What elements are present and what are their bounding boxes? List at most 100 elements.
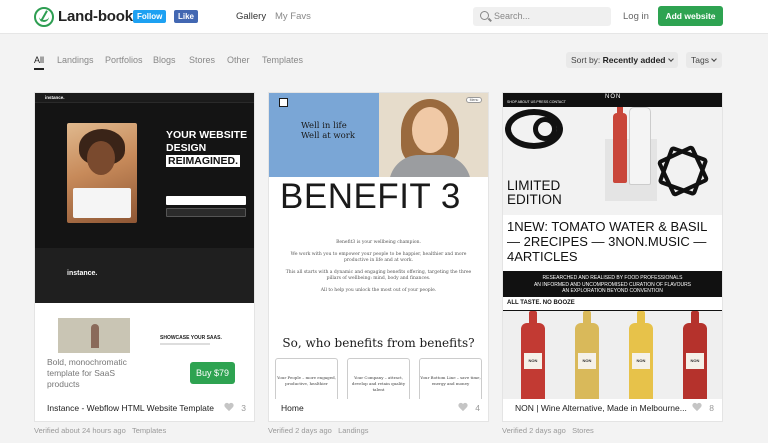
thumb-black-bar: RESEARCHED AND REALISED BY FOOD PROFESSI… xyxy=(503,271,722,297)
heart-icon[interactable] xyxy=(458,403,468,412)
website-thumbnail[interactable]: Well in life Well at work Menu BENEFIT 3… xyxy=(269,93,488,399)
search-input[interactable]: Search... xyxy=(473,7,611,26)
thumb-question: So, who benefits from benefits? xyxy=(282,336,475,350)
thumb-cta xyxy=(166,208,246,217)
search-icon xyxy=(480,11,489,20)
body-p3: This all starts with a dynamic and engag… xyxy=(285,269,472,282)
bottle-label: NON xyxy=(578,353,596,369)
product-bottle: NON xyxy=(683,311,707,399)
thumb-secondary-image xyxy=(58,318,130,353)
thumb-email-field xyxy=(166,196,246,205)
headline-line-3: REIMAGINED. xyxy=(166,155,241,167)
thumb-showcase-line xyxy=(160,343,210,345)
card-meta: Verified 2 days ago Stores xyxy=(502,426,594,435)
top-header: Land-book Follow Like Gallery My Favs Se… xyxy=(0,0,768,34)
thumb-caption: ALL TASTE. NO BOOZE xyxy=(507,300,575,306)
thumb-benefit-box: Your Company – attract, develop and reta… xyxy=(347,358,410,399)
nav-gallery[interactable]: Gallery xyxy=(236,11,266,22)
hero-bottle xyxy=(629,107,651,185)
card-title[interactable]: Home xyxy=(281,403,304,413)
add-website-button[interactable]: Add website xyxy=(658,6,723,26)
chevron-down-icon xyxy=(711,56,717,62)
tagline-line-2: Well at work xyxy=(301,131,356,141)
filter-other[interactable]: Other xyxy=(227,55,250,65)
limited-line-1: LIMITED xyxy=(507,178,561,193)
category-link[interactable]: Stores xyxy=(572,426,594,435)
thumb-showcase-heading: SHOWCASE YOUR SAAS. xyxy=(160,335,222,341)
website-card[interactable]: Well in life Well at work Menu BENEFIT 3… xyxy=(268,92,489,422)
like-count: 3 xyxy=(241,403,246,413)
thumb-nav: instance. xyxy=(35,93,254,103)
thumb-benefit-box: Your Bottom Line – save time, energy and… xyxy=(419,358,482,399)
product-bottle: NON xyxy=(521,311,545,399)
facebook-like-button[interactable]: Like xyxy=(174,10,199,23)
thumb-hero: LIMITED EDITION xyxy=(503,107,722,215)
like-count: 8 xyxy=(709,403,714,413)
buy-button[interactable]: Buy $79 xyxy=(190,362,235,384)
land-book-logo-icon[interactable] xyxy=(34,7,54,27)
thumb-big-title: BENEFIT 3 xyxy=(280,177,461,216)
thumb-limited-edition: LIMITED EDITION xyxy=(507,179,562,207)
hero-bottle xyxy=(613,107,627,183)
product-bottle: NON xyxy=(575,311,599,399)
card-meta: Verified about 24 hours ago Templates xyxy=(34,426,166,435)
card-meta: Verified 2 days ago Landings xyxy=(268,426,369,435)
secondary-figure xyxy=(91,324,99,348)
verified-text: Verified 2 days ago xyxy=(268,426,332,435)
nav-my-favs[interactable]: My Favs xyxy=(275,11,311,22)
filter-all[interactable]: All xyxy=(34,55,44,65)
category-link[interactable]: Landings xyxy=(338,426,368,435)
website-thumbnail[interactable]: instance. YOUR WEBSITE DESIGN REIMAGINED… xyxy=(35,93,254,399)
verified-text: Verified 2 days ago xyxy=(502,426,566,435)
thumb-product-row: NON NON NON NON xyxy=(503,311,722,399)
active-filter-underline xyxy=(34,68,44,70)
thumb-benefit-box: Your People – more engaged, productive, … xyxy=(275,358,338,399)
thumb-body-text: Benefit3 is your wellbeing champion. We … xyxy=(283,240,474,294)
filter-blogs[interactable]: Blogs xyxy=(153,55,176,65)
category-link[interactable]: Templates xyxy=(132,426,166,435)
bottle-label: NON xyxy=(686,353,704,369)
heart-icon[interactable] xyxy=(692,403,702,412)
verified-text: Verified about 24 hours ago xyxy=(34,426,126,435)
website-thumbnail[interactable]: SHOP ABOUT US PRESS CONTACT NON LIMITED … xyxy=(503,93,722,399)
heart-icon[interactable] xyxy=(224,403,234,412)
like-count: 4 xyxy=(475,403,480,413)
sort-prefix: Sort by: xyxy=(571,55,601,65)
card-title[interactable]: NON | Wine Alternative, Made in Melbourn… xyxy=(515,403,687,413)
thumb-news-headline: 1NEW: TOMATO WATER & BASIL — 2RECIPES — … xyxy=(507,219,707,264)
body-p1: Benefit3 is your wellbeing champion. xyxy=(336,240,421,245)
template-description: Bold, monochromatic template for SaaS pr… xyxy=(47,357,127,389)
card-title[interactable]: Instance - Webflow HTML Website Template xyxy=(47,403,214,413)
filter-templates[interactable]: Templates xyxy=(262,55,303,65)
body-p2: We work with you to empower your people … xyxy=(290,251,467,264)
thumb-tagline: Well in life Well at work xyxy=(301,121,355,141)
filter-stores[interactable]: Stores xyxy=(189,55,215,65)
hero-blob-shape xyxy=(533,117,557,141)
logo-text[interactable]: Land-book xyxy=(58,8,133,25)
thumb-logo: NON xyxy=(605,94,622,100)
filter-portfolios[interactable]: Portfolios xyxy=(105,55,143,65)
login-link[interactable]: Log in xyxy=(623,11,649,22)
sort-dropdown[interactable]: Sort by: Recently added xyxy=(566,52,678,68)
website-card[interactable]: SHOP ABOUT US PRESS CONTACT NON LIMITED … xyxy=(502,92,723,422)
tags-dropdown[interactable]: Tags xyxy=(686,52,722,68)
thumb-logo: instance. xyxy=(45,95,65,100)
sort-value: Recently added xyxy=(602,55,666,65)
limited-line-2: EDITION xyxy=(507,192,562,207)
thumb-menu-button: Menu xyxy=(466,97,482,103)
thumb-nav: SHOP ABOUT US PRESS CONTACT NON xyxy=(503,93,722,107)
thumb-floating-card xyxy=(73,188,131,218)
portrait-body xyxy=(389,155,471,177)
thumb-nav-links: SHOP ABOUT US PRESS CONTACT xyxy=(507,100,566,104)
headline-line-1: YOUR WEBSITE xyxy=(166,129,248,141)
chevron-down-icon xyxy=(667,56,674,62)
bottle-label: NON xyxy=(524,353,542,369)
bottle-label: NON xyxy=(632,353,650,369)
hero-star-shape xyxy=(656,144,710,198)
tags-label: Tags xyxy=(691,55,709,65)
twitter-follow-button[interactable]: Follow xyxy=(133,10,167,23)
filter-landings[interactable]: Landings xyxy=(57,55,94,65)
thumb-logo-icon xyxy=(279,98,288,107)
thumb-headline: YOUR WEBSITE DESIGN REIMAGINED. xyxy=(166,129,247,168)
website-card[interactable]: instance. YOUR WEBSITE DESIGN REIMAGINED… xyxy=(34,92,255,422)
